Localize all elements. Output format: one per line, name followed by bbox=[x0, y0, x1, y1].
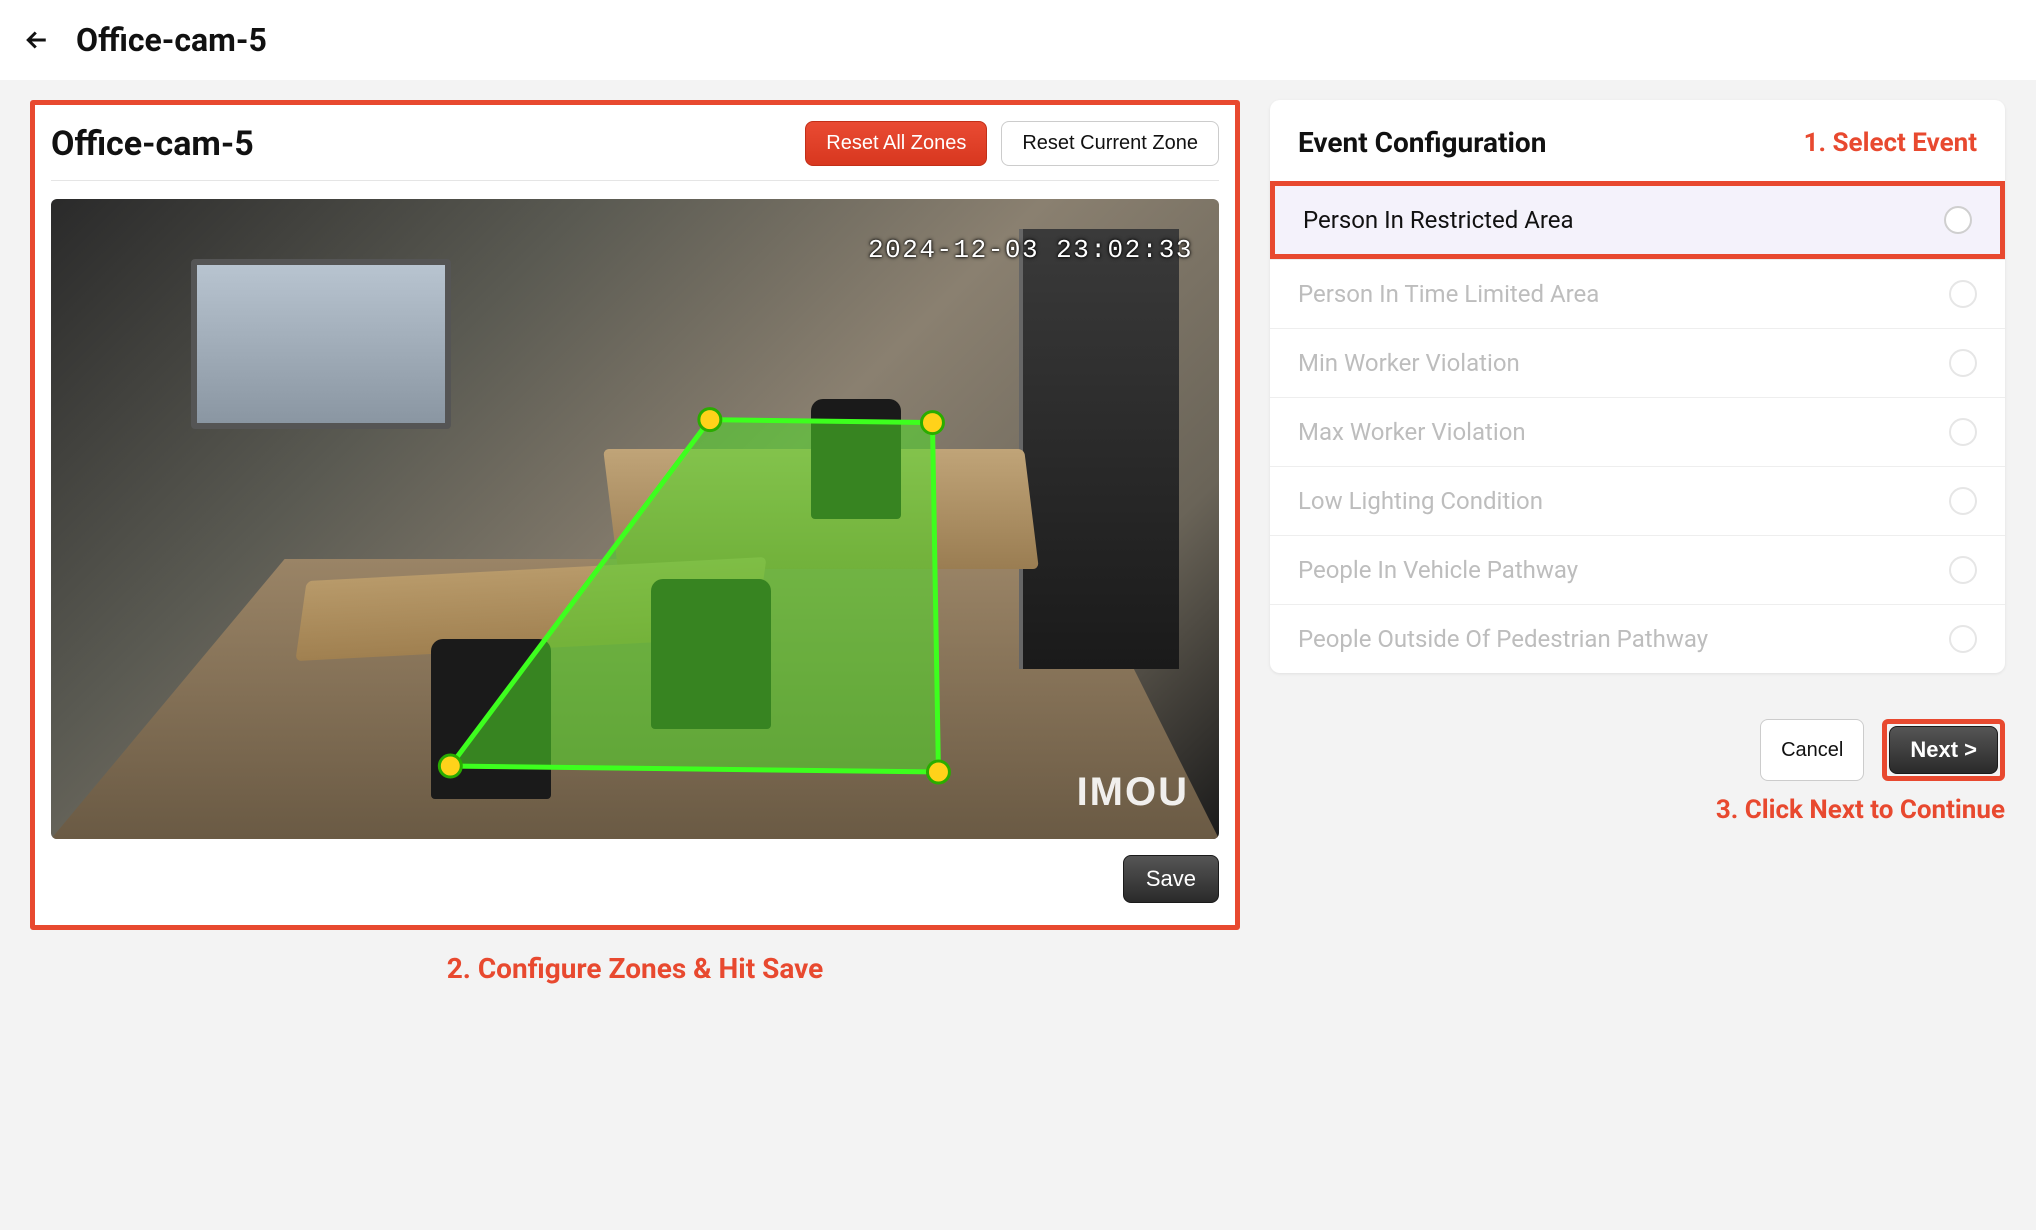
camera-feed[interactable]: 2024-12-03 23:02:33 IMOU bbox=[51, 199, 1219, 839]
event-option-label: People In Vehicle Pathway bbox=[1298, 556, 1578, 584]
arrow-left-icon bbox=[22, 25, 52, 55]
event-option-label: People Outside Of Pedestrian Pathway bbox=[1298, 625, 1708, 653]
back-button[interactable] bbox=[20, 23, 54, 57]
event-option-label: Min Worker Violation bbox=[1298, 349, 1520, 377]
event-config-card: Event Configuration 1. Select Event Pers… bbox=[1270, 100, 2005, 673]
event-option-label: Person In Time Limited Area bbox=[1298, 280, 1599, 308]
scene-door bbox=[1019, 229, 1179, 669]
radio-icon[interactable] bbox=[1949, 487, 1977, 515]
annotation-next-highlight: Next > bbox=[1882, 719, 2005, 781]
event-option[interactable]: People Outside Of Pedestrian Pathway bbox=[1270, 604, 2005, 673]
event-option-label: Max Worker Violation bbox=[1298, 418, 1526, 446]
event-option[interactable]: Min Worker Violation bbox=[1270, 328, 2005, 397]
annotation-step-3: 3. Click Next to Continue bbox=[1270, 795, 2005, 825]
radio-icon[interactable] bbox=[1949, 349, 1977, 377]
radio-icon[interactable] bbox=[1944, 206, 1972, 234]
camera-title: Office-cam-5 bbox=[51, 124, 254, 164]
zone-handle[interactable] bbox=[927, 761, 949, 783]
camera-brand-logo: IMOU bbox=[1077, 770, 1189, 815]
zone-handle[interactable] bbox=[921, 412, 943, 434]
annotation-step-2: 2. Configure Zones & Hit Save bbox=[30, 952, 1240, 985]
zone-handle[interactable] bbox=[439, 755, 461, 777]
event-list: Person In Restricted Area Person In Time … bbox=[1270, 181, 2005, 673]
video-config-card: Office-cam-5 Reset All Zones Reset Curre… bbox=[30, 100, 1240, 930]
reset-current-zone-button[interactable]: Reset Current Zone bbox=[1001, 121, 1219, 166]
event-config-title: Event Configuration bbox=[1298, 126, 1546, 159]
event-option-label: Person In Restricted Area bbox=[1303, 206, 1574, 234]
radio-icon[interactable] bbox=[1949, 625, 1977, 653]
event-option[interactable]: Low Lighting Condition bbox=[1270, 466, 2005, 535]
top-bar: Office-cam-5 bbox=[0, 0, 2036, 80]
radio-icon[interactable] bbox=[1949, 556, 1977, 584]
page-title: Office-cam-5 bbox=[76, 21, 267, 59]
video-timestamp: 2024-12-03 23:02:33 bbox=[868, 235, 1193, 265]
event-option[interactable]: People In Vehicle Pathway bbox=[1270, 535, 2005, 604]
annotation-step-1: 1. Select Event bbox=[1804, 128, 1977, 158]
event-option-label: Low Lighting Condition bbox=[1298, 487, 1543, 515]
next-button[interactable]: Next > bbox=[1889, 726, 1998, 774]
zone-handle[interactable] bbox=[699, 409, 721, 431]
radio-icon[interactable] bbox=[1949, 280, 1977, 308]
save-button[interactable]: Save bbox=[1123, 855, 1219, 903]
event-option[interactable]: Person In Time Limited Area bbox=[1270, 259, 2005, 328]
radio-icon[interactable] bbox=[1949, 418, 1977, 446]
scene-window bbox=[191, 259, 451, 429]
event-option[interactable]: Max Worker Violation bbox=[1270, 397, 2005, 466]
reset-all-zones-button[interactable]: Reset All Zones bbox=[805, 121, 987, 166]
cancel-button[interactable]: Cancel bbox=[1760, 719, 1864, 781]
event-option[interactable]: Person In Restricted Area bbox=[1270, 181, 2005, 259]
